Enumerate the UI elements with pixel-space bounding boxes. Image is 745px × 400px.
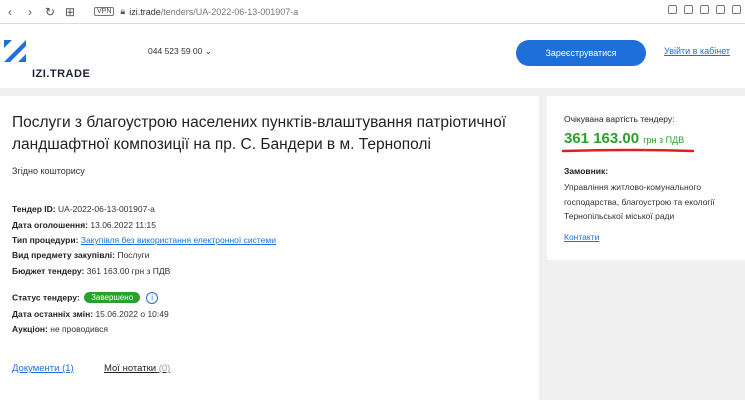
status-row: Статус тендеру: Завершено i bbox=[12, 292, 159, 304]
budget-value: 361 163.00 грн з ПДВ bbox=[86, 266, 171, 276]
customer-name: Управління житлово-комунального господар… bbox=[564, 182, 715, 221]
info-icon[interactable]: i bbox=[146, 292, 159, 304]
tender-card: Послуги з благоустрою населених пунктів-… bbox=[0, 96, 539, 400]
camera-icon[interactable] bbox=[684, 5, 693, 14]
tender-id-row: Тендер ID: UA-2022-06-13-001907-a bbox=[12, 204, 155, 214]
phone-dropdown[interactable]: 044 523 59 00 ⌄ bbox=[148, 46, 212, 57]
budget-label: Бюджет тендеру: bbox=[12, 266, 85, 276]
auction-value: не проводився bbox=[50, 324, 109, 334]
tender-subtitle: Згідно кошторису bbox=[12, 166, 85, 176]
procedure-link[interactable]: Закупівля без використання електронної с… bbox=[81, 235, 276, 245]
tab-notes-count: (0) bbox=[158, 363, 171, 374]
subject-label: Вид предмету закупівлі: bbox=[12, 250, 115, 260]
procedure-row: Тип процедури: Закупівля без використанн… bbox=[12, 235, 276, 245]
price-card: Очікувана вартість тендеру: 361 163.00 г… bbox=[547, 96, 745, 260]
address-bar[interactable]: izi.trade/tenders/UA-2022-06-13-001907-a bbox=[129, 7, 298, 17]
expected-amount-value: 361 163.00 bbox=[564, 130, 640, 147]
vpn-badge[interactable]: VPN bbox=[94, 7, 115, 16]
subject-value: Послуги bbox=[117, 250, 150, 260]
browser-actions bbox=[668, 5, 741, 14]
procedure-label: Тип процедури: bbox=[12, 235, 79, 245]
subject-row: Вид предмету закупівлі: Послуги bbox=[12, 250, 150, 260]
url-path: /tenders/UA-2022-06-13-001907-a bbox=[160, 6, 299, 17]
site-header: IZI.TRADE 044 523 59 00 ⌄ Зареєструватис… bbox=[0, 24, 745, 88]
expected-amount-currency: грн з ПДВ bbox=[643, 135, 685, 145]
extension-icon[interactable] bbox=[668, 5, 677, 14]
changed-date-label: Дата останніх змін: bbox=[12, 309, 94, 319]
tender-id-label: Тендер ID: bbox=[12, 204, 56, 214]
register-button[interactable]: Зареєструватися bbox=[516, 40, 646, 66]
browser-toolbar: ‹ › ↻ ⊞ VPN 🔒︎ izi.trade/tenders/UA-2022… bbox=[0, 0, 745, 24]
changed-date-row: Дата останніх змін: 15.06.2022 о 10:49 bbox=[12, 309, 169, 319]
auction-row: Аукціон: не проводився bbox=[12, 324, 108, 334]
status-label: Статус тендеру: bbox=[12, 292, 80, 303]
status-badge: Завершено bbox=[84, 292, 141, 304]
login-link[interactable]: Увійти в кабінет bbox=[664, 46, 730, 56]
announce-date-value: 13.06.2022 11:15 bbox=[90, 220, 156, 230]
changed-date-value: 15.06.2022 о 10:49 bbox=[95, 309, 169, 319]
auction-label: Аукціон: bbox=[12, 324, 48, 334]
tab-notes-label: Мої нотатки bbox=[104, 363, 157, 374]
forward-icon[interactable]: › bbox=[20, 5, 40, 19]
expected-value-label: Очікувана вартість тендеру: bbox=[564, 114, 675, 124]
contacts-link[interactable]: Контакти bbox=[564, 232, 599, 242]
budget-row: Бюджет тендеру: 361 163.00 грн з ПДВ bbox=[12, 266, 170, 276]
download-icon[interactable] bbox=[732, 5, 741, 14]
expected-amount: 361 163.00 грн з ПДВ bbox=[564, 130, 684, 147]
tender-title: Послуги з благоустрою населених пунктів-… bbox=[12, 114, 507, 153]
shield-icon[interactable] bbox=[700, 5, 709, 14]
heart-icon[interactable] bbox=[716, 5, 725, 14]
tender-id-value: UA-2022-06-13-001907-a bbox=[58, 204, 155, 214]
logo-icon[interactable] bbox=[4, 40, 26, 62]
back-icon[interactable]: ‹ bbox=[0, 5, 20, 19]
announce-date-row: Дата оголошення: 13.06.2022 11:15 bbox=[12, 220, 156, 230]
customer-label: Замовник: bbox=[564, 166, 609, 176]
grid-icon[interactable]: ⊞ bbox=[60, 5, 80, 19]
reload-icon[interactable]: ↻ bbox=[40, 5, 60, 19]
tab-notes[interactable]: Мої нотатки (0) bbox=[104, 363, 170, 374]
red-underline-mark bbox=[562, 148, 694, 153]
url-host: izi.trade bbox=[129, 6, 161, 17]
logo-text[interactable]: IZI.TRADE bbox=[32, 68, 90, 80]
tab-documents[interactable]: Документи (1) bbox=[12, 363, 74, 374]
lock-icon: 🔒︎ bbox=[120, 6, 126, 16]
announce-date-label: Дата оголошення: bbox=[12, 220, 88, 230]
